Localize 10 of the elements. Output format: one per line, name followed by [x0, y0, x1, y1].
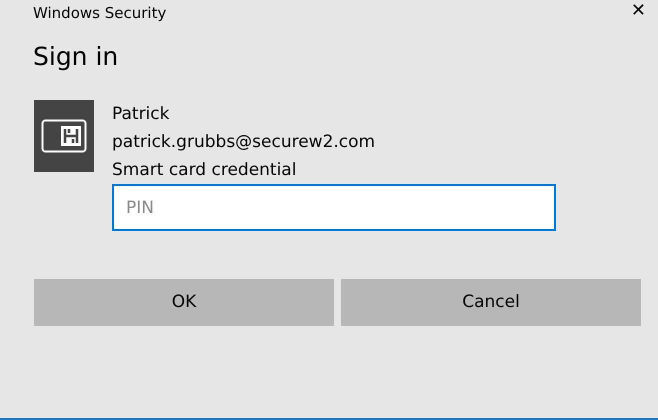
window-title: Windows Security	[32, 3, 166, 24]
smart-card-icon	[34, 100, 94, 172]
close-button[interactable]: ✕	[622, 0, 654, 22]
user-name: Patrick	[112, 104, 170, 124]
ok-button[interactable]: OK	[34, 279, 334, 326]
pin-field[interactable]: PIN	[112, 184, 556, 231]
user-email: patrick.grubbs@securew2.com	[112, 132, 376, 152]
dialog-heading: Sign in	[33, 42, 118, 71]
credential-type: Smart card credential	[112, 160, 296, 180]
cancel-button[interactable]: Cancel	[341, 279, 641, 326]
